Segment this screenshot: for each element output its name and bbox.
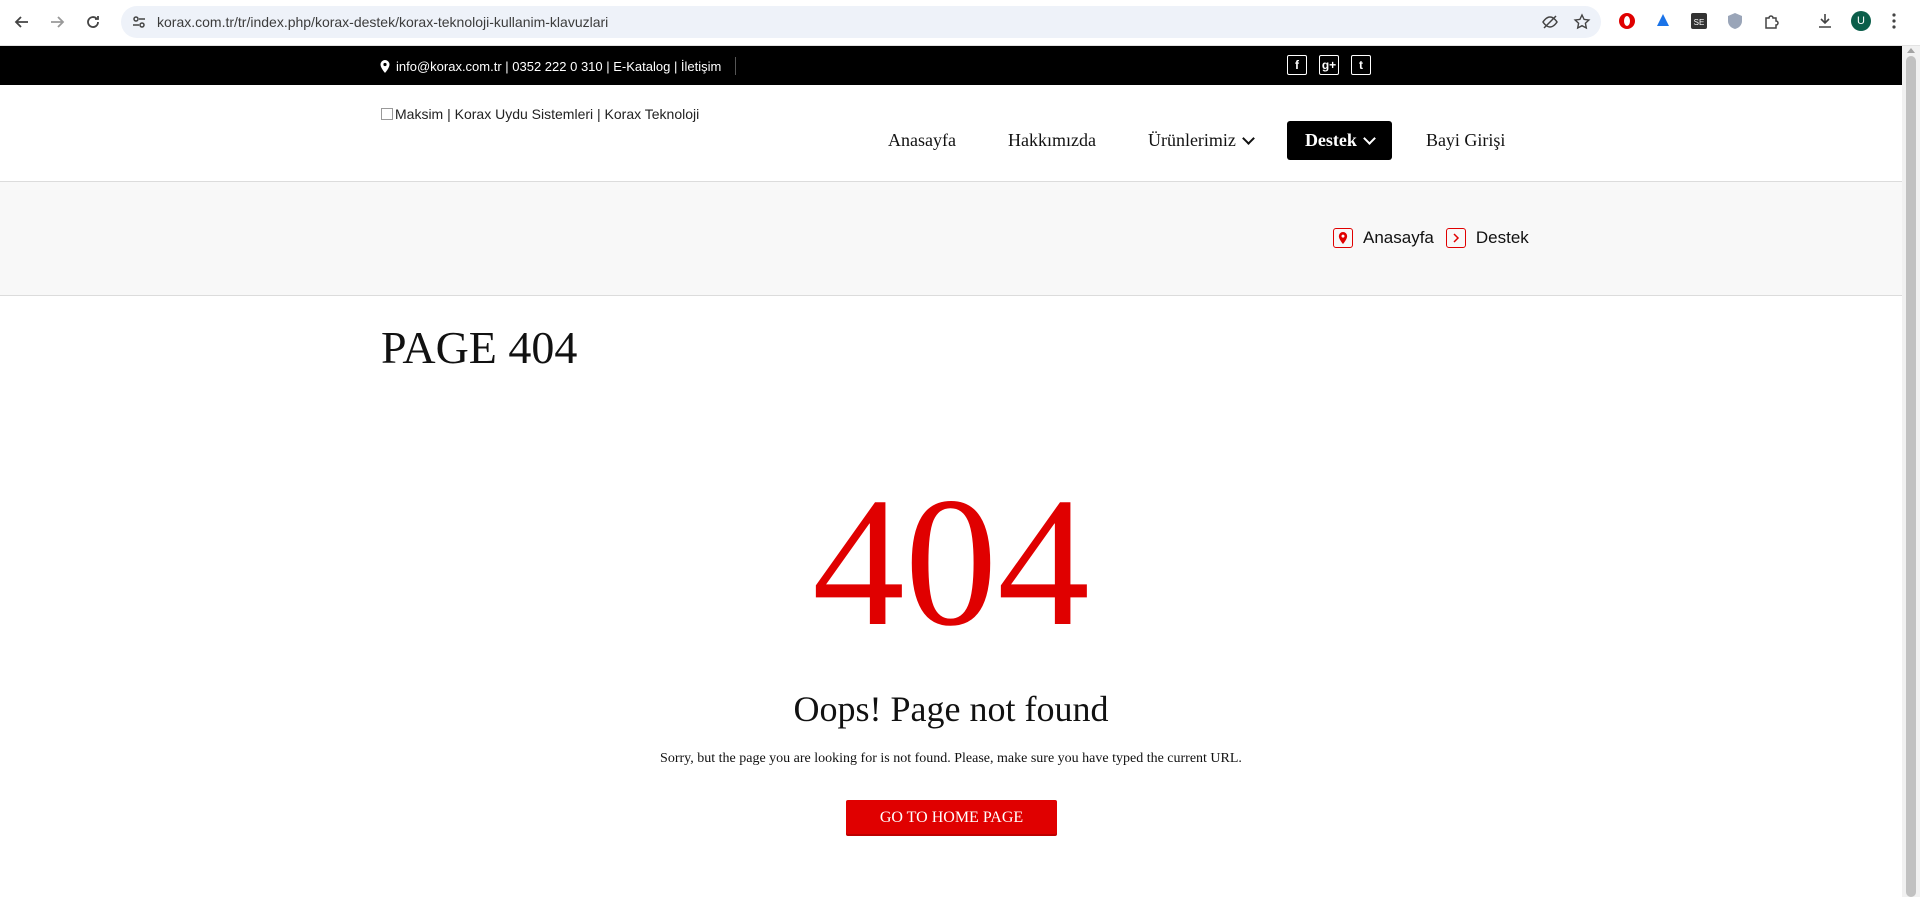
menu-item-label: Hakkımızda	[1007, 130, 1096, 150]
chevron-down-icon	[1363, 132, 1376, 145]
menu-item-urunlerimiz[interactable]: Ürünlerimiz	[1130, 121, 1271, 160]
address-bar[interactable]: korax.com.tr/tr/index.php/korax-destek/k…	[121, 6, 1601, 38]
google-plus-icon[interactable]: g+	[1319, 55, 1339, 75]
error-heading: Oops! Page not found	[793, 689, 1109, 729]
breadcrumb-band: Anasayfa Destek	[0, 182, 1902, 296]
divider	[735, 57, 737, 75]
main-menu: Anasayfa Hakkımızda Ürünlerimiz Destek B…	[870, 121, 1539, 160]
twitter-icon[interactable]: t	[1351, 55, 1371, 75]
chevron-right-icon	[1445, 228, 1466, 248]
breadcrumb-home[interactable]: Anasayfa	[1363, 228, 1434, 248]
error-code: 404	[812, 460, 1090, 665]
shield-extension-icon[interactable]	[1725, 11, 1745, 31]
menu-item-label: Anasayfa	[888, 130, 956, 150]
back-icon[interactable]	[11, 11, 33, 33]
url-text[interactable]: korax.com.tr/tr/index.php/korax-destek/k…	[157, 14, 608, 30]
page-title: PAGE 404	[381, 322, 578, 373]
menu-item-bayi-girisi[interactable]: Bayi Girişi	[1408, 121, 1524, 160]
seo-extension-icon[interactable]: SE	[1689, 11, 1709, 31]
broken-image-icon	[381, 108, 393, 120]
page-scrollbar[interactable]	[1902, 46, 1920, 897]
browser-toolbar: korax.com.tr/tr/index.php/korax-destek/k…	[0, 0, 1920, 46]
bookmark-star-icon[interactable]	[1573, 13, 1591, 36]
scroll-up-icon[interactable]	[1907, 48, 1915, 53]
site-logo[interactable]: Maksim | Korax Uydu Sistemleri | Korax T…	[381, 106, 699, 122]
menu-item-destek[interactable]: Destek	[1286, 121, 1392, 160]
profile-initial: U	[1851, 11, 1871, 31]
menu-item-anasayfa[interactable]: Anasayfa	[870, 121, 974, 160]
site-settings-icon[interactable]	[131, 14, 147, 30]
contact-topbar: info@korax.com.tr | 0352 222 0 310 | E-K…	[0, 46, 1902, 85]
breadcrumb: Anasayfa Destek	[1333, 228, 1529, 248]
menu-item-label: Destek	[1304, 130, 1357, 150]
svg-text:SE: SE	[1694, 18, 1705, 27]
profile-avatar[interactable]: U	[1851, 11, 1871, 31]
reload-icon[interactable]	[82, 11, 104, 33]
download-icon[interactable]	[1815, 11, 1835, 31]
social-links: f g+ t	[1287, 55, 1371, 75]
eye-off-icon[interactable]	[1541, 13, 1559, 36]
chevron-down-icon	[1242, 132, 1255, 145]
location-pin-icon	[380, 59, 390, 73]
menu-item-label: Bayi Girişi	[1425, 130, 1506, 150]
extensions-puzzle-icon[interactable]	[1762, 11, 1782, 31]
vpn-extension-icon[interactable]	[1653, 11, 1673, 31]
menu-item-label: Ürünlerimiz	[1147, 130, 1236, 150]
opera-extension-icon[interactable]	[1617, 11, 1637, 31]
scrollbar-thumb[interactable]	[1906, 56, 1916, 897]
location-pin-icon	[1333, 228, 1353, 248]
forward-icon[interactable]	[46, 11, 68, 33]
breadcrumb-current: Destek	[1475, 228, 1529, 247]
site-header: Maksim | Korax Uydu Sistemleri | Korax T…	[0, 85, 1902, 182]
facebook-icon[interactable]: f	[1287, 55, 1307, 75]
contact-info: info@korax.com.tr | 0352 222 0 310 | E-K…	[380, 57, 737, 75]
menu-item-hakkimizda[interactable]: Hakkımızda	[990, 121, 1114, 160]
logo-alt-text: Maksim | Korax Uydu Sistemleri | Korax T…	[395, 106, 700, 122]
go-home-button[interactable]: GO TO HOME PAGE	[846, 800, 1057, 836]
contact-text[interactable]: info@korax.com.tr | 0352 222 0 310 | E-K…	[396, 59, 721, 74]
menu-kebab-icon[interactable]	[1884, 11, 1904, 31]
error-message: Sorry, but the page you are looking for …	[660, 751, 1242, 766]
